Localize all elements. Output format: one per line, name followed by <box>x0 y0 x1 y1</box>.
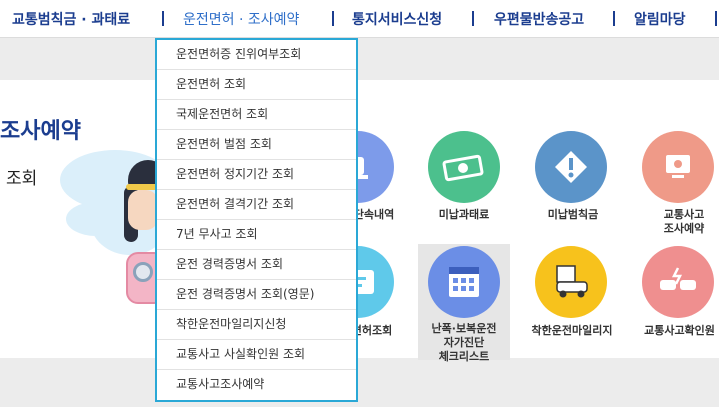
dropdown-item-driving-career-certificate[interactable]: 운전 경력증명서 조회 <box>157 250 356 280</box>
nav-separator <box>715 11 717 26</box>
license-reservation-dropdown: 운전면허증 진위여부조회 운전면허 조회 국제운전면허 조회 운전면허 벌점 조… <box>155 38 358 402</box>
car-crash-icon[interactable] <box>642 246 714 318</box>
dropdown-item-license-lookup[interactable]: 운전면허 조회 <box>157 70 356 100</box>
page-subtitle: 조회 <box>6 169 38 189</box>
nav-separator <box>613 11 615 26</box>
tile-label-reckless-driving-checklist[interactable]: 난폭·보복운전 자가진단 체크리스트 <box>422 322 506 364</box>
tile-label-accident-reservation[interactable]: 교통사고 조사예약 <box>650 208 718 236</box>
nav-item-fines[interactable]: 교통범칙금 · 과태료 <box>12 9 130 29</box>
dropdown-item-license-authenticity[interactable]: 운전면허증 진위여부조회 <box>157 40 356 70</box>
nav-item-returned-mail[interactable]: 우편물반송공고 <box>494 9 584 29</box>
dropdown-item-accident-fact-confirmation[interactable]: 교통사고 사실확인원 조회 <box>157 340 356 370</box>
nav-separator <box>472 11 474 26</box>
tile-label-unpaid-penalty[interactable]: 미납과태료 <box>432 208 496 222</box>
mascot-face <box>128 190 158 230</box>
nav-item-notification-service[interactable]: 통지서비스신청 <box>352 9 442 29</box>
nav-item-notice-board[interactable]: 알림마당 <box>634 9 686 29</box>
computer-monitor-icon[interactable] <box>642 131 714 203</box>
dropdown-item-penalty-points[interactable]: 운전면허 벌점 조회 <box>157 130 356 160</box>
dropdown-item-accident-investigation-reservation[interactable]: 교통사고조사예약 <box>157 370 356 400</box>
dropdown-item-disqualification-period[interactable]: 운전면허 결격기간 조회 <box>157 190 356 220</box>
calendar-checklist-icon[interactable] <box>428 246 500 318</box>
top-navigation: 교통범칙금 · 과태료 운전면허 · 조사예약 통지서비스신청 우편물반송공고 … <box>0 0 719 38</box>
dropdown-item-suspension-period[interactable]: 운전면허 정지기간 조회 <box>157 160 356 190</box>
dropdown-item-international-license[interactable]: 국제운전면허 조회 <box>157 100 356 130</box>
tile-label-good-driving-mileage[interactable]: 착한운전마일리지 <box>522 324 622 338</box>
dropdown-item-driving-career-certificate-english[interactable]: 운전 경력증명서 조회(영문) <box>157 280 356 310</box>
page-title: 조사예약 <box>0 119 81 144</box>
tile-label-accident-confirmation[interactable]: 교통사고확인원 <box>640 324 719 338</box>
dropdown-item-seven-year-accident-free[interactable]: 7년 무사고 조회 <box>157 220 356 250</box>
tile-label-unpaid-fine[interactable]: 미납범칙금 <box>541 208 605 222</box>
nav-separator <box>332 11 334 26</box>
dropdown-item-good-driving-mileage-apply[interactable]: 착한운전마일리지신청 <box>157 310 356 340</box>
nav-separator <box>162 11 164 26</box>
warning-diamond-icon[interactable] <box>535 131 607 203</box>
steering-wheel-icon <box>133 262 153 282</box>
mileage-car-icon[interactable] <box>535 246 607 318</box>
money-bill-icon[interactable] <box>428 131 500 203</box>
nav-item-license-reservation[interactable]: 운전면허 · 조사예약 <box>183 9 299 29</box>
